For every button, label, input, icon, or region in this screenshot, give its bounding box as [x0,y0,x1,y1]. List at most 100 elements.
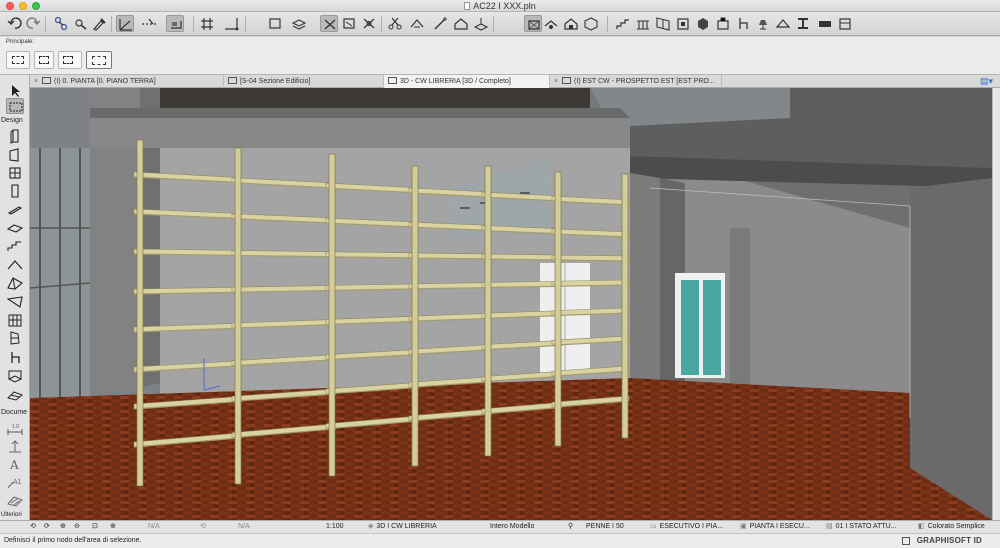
selection-single-button[interactable] [86,51,112,69]
zone-icon[interactable] [714,15,732,32]
zoom-out-icon[interactable]: ⊖ [74,521,80,533]
layers-icon[interactable] [290,15,308,32]
door-tool-icon[interactable] [6,147,24,163]
grid-icon[interactable] [198,15,216,32]
rotate-icon[interactable]: ⟲ [200,521,206,533]
roof-tool-icon[interactable] [6,257,24,273]
scissors-icon[interactable] [386,15,404,32]
tab-list-icon[interactable]: ▤▾ [976,75,1000,88]
stair-icon[interactable] [614,15,632,32]
hint-bar: Definisci il primo nodo dell'area di sel… [0,533,1000,548]
3d-style-selector[interactable]: ◧ Colorato Semplice [918,521,985,533]
structure-icon[interactable] [52,15,70,32]
wall-tool-icon[interactable] [408,15,426,32]
shell-tool-icon[interactable] [6,275,24,291]
grid-snap-icon[interactable] [140,15,158,32]
beam-tool-icon[interactable] [6,202,24,218]
graphisoft-id-button[interactable]: GRAPHISOFT ID [917,534,982,548]
floor-plan-icon[interactable] [472,15,490,32]
snap-guides-icon[interactable] [116,15,134,32]
wall-tool-icon[interactable] [6,128,24,144]
text-tool-icon[interactable]: A [6,456,24,472]
column-tool-icon[interactable] [6,183,24,199]
redo-icon[interactable] [24,15,42,32]
dimension-tool-icon[interactable]: 1.0 [6,422,24,438]
eyedropper-icon[interactable] [90,15,108,32]
3d-view-icon[interactable] [524,15,542,32]
roof-icon[interactable] [452,15,470,32]
object-icon[interactable] [734,15,752,32]
slab-tool-icon[interactable] [6,220,24,236]
tab-close-icon[interactable]: × [554,75,562,88]
lamp-icon[interactable] [754,15,772,32]
marquee-tool-icon[interactable] [6,98,24,114]
undo-zoom-icon[interactable]: ⟲ [30,521,36,533]
mesh-tool-icon[interactable] [6,386,24,402]
curtain-wall-tool-icon[interactable] [6,312,24,328]
level-dimension-tool-icon[interactable] [6,439,24,455]
toolbar-separator [45,16,46,32]
column-icon[interactable] [816,15,834,32]
morph-tool-icon[interactable] [6,330,24,346]
select-box-icon[interactable] [266,15,284,32]
tab-section[interactable]: [S-04 Sezione Edificio] [224,75,384,88]
selection-rotated-button[interactable] [34,51,54,69]
renovation-selector[interactable]: ▤ 01 I STATO ATTU... [826,521,897,533]
zoom-in-icon[interactable]: ⊕ [60,521,66,533]
toolbar-separator [493,16,494,32]
zone-tool-icon[interactable] [6,367,24,383]
override-selector[interactable]: ▣ PIANTA I ESECU... [740,521,810,533]
gravity-icon[interactable] [166,15,184,32]
zoom-icon[interactable]: ⊕ [110,521,116,533]
scale-value[interactable]: 1:100 [326,521,344,533]
object-tool-icon[interactable] [6,349,24,365]
interior-elevation-icon[interactable] [582,15,600,32]
selection-mode-button[interactable] [58,51,82,69]
zoom-value-2[interactable]: N/A [238,521,250,533]
vertical-scrollbar[interactable] [992,88,1000,520]
curtain-wall-icon[interactable] [654,15,672,32]
tab-floor-plan[interactable]: × (I) 0. PIANTA [0. PIANO TERRA] [30,75,224,88]
stair-tool-icon[interactable] [6,238,24,254]
view-tabs: × (I) 0. PIANTA [0. PIANO TERRA] [S-04 Se… [30,75,1000,88]
beam-icon[interactable] [794,15,812,32]
svg-text:A: A [9,458,19,472]
elevation-icon[interactable] [562,15,580,32]
tab-3d-view[interactable]: 3D - CW LIBRERIA [3D / Completo] [384,75,550,88]
tab-elevation[interactable]: × (I) EST CW - PROSPETTO EST [EST PRO... [550,75,722,88]
dashboard-icon[interactable] [902,537,910,545]
zoom-value-1[interactable]: N/A [148,521,160,533]
redo-zoom-icon[interactable]: ⟳ [44,521,50,533]
shell-icon[interactable] [674,15,692,32]
marquee-icon [63,56,73,64]
label-tool-icon[interactable]: A1 [6,474,24,490]
3d-viewport[interactable] [30,88,992,520]
magic-wand-icon[interactable] [432,15,450,32]
railing-icon[interactable] [634,15,652,32]
fill-tool-icon[interactable] [6,491,24,507]
selection-rect-button[interactable] [6,51,30,69]
skylight-tool-icon[interactable] [6,294,24,310]
pick-up-icon[interactable] [72,15,90,32]
pen-set-selector[interactable]: PENNE I 50 [586,521,624,533]
toolbar-separator [607,16,608,32]
morph-icon[interactable] [694,15,712,32]
undo-icon[interactable] [6,15,24,32]
arrow-tool-icon[interactable] [6,83,24,99]
model-selector[interactable]: Intero Modello [490,521,534,533]
title-bar: AC22 I XXX.pln [0,0,1000,12]
fit-window-icon[interactable]: ⊡ [92,521,98,533]
ortho-icon[interactable] [222,15,240,32]
slab-icon[interactable] [836,15,854,32]
mesh-icon[interactable] [774,15,792,32]
window-tool-icon[interactable] [6,165,24,181]
model-view-selector[interactable]: ▭ ESECUTIVO I PIA... [650,521,723,533]
section-icon[interactable] [542,15,560,32]
3d-scene [30,88,992,520]
shelf-post [554,171,562,447]
suspend-groups-icon[interactable] [320,15,338,32]
trace-icon[interactable] [340,15,358,32]
tab-close-icon[interactable]: × [34,75,42,88]
view-selector[interactable]: ◈ 3D I CW LIBRERIA [368,521,437,533]
resize-icon[interactable] [360,15,378,32]
